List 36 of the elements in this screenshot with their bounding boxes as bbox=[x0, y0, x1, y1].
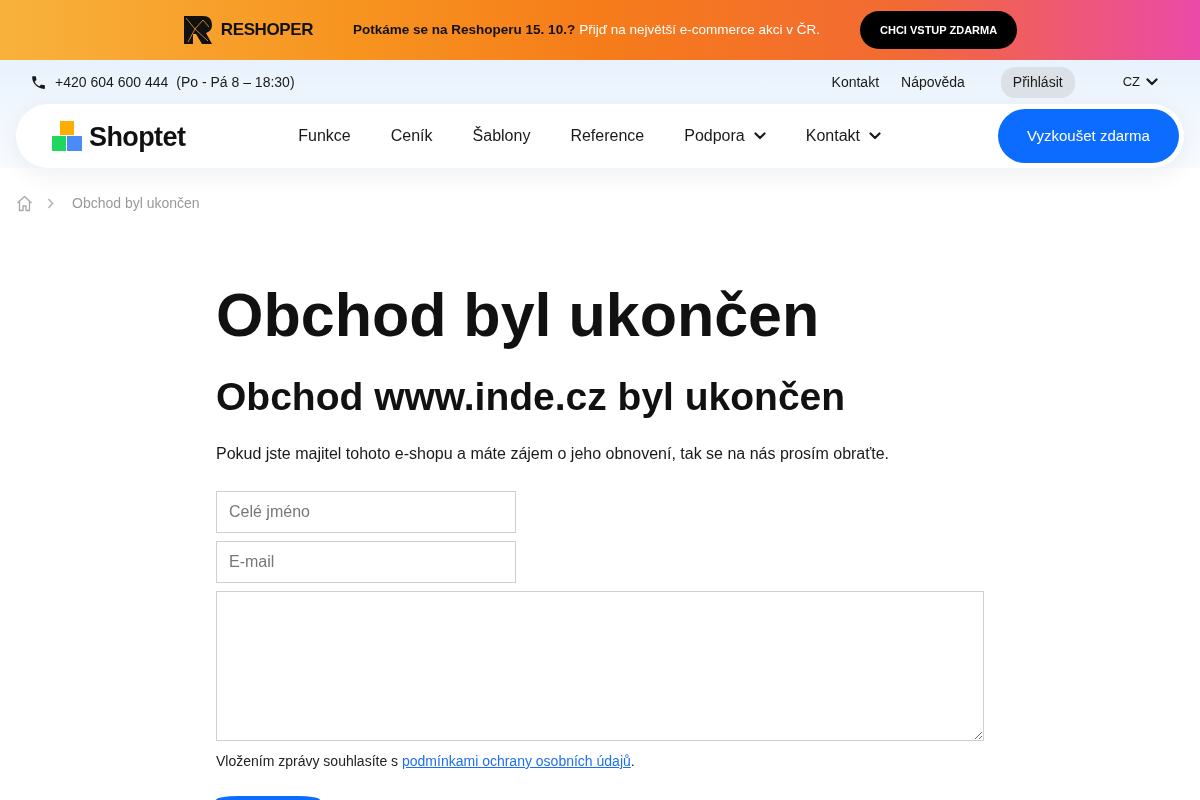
nav-link[interactable]: Ceník bbox=[390, 124, 433, 148]
phone-number: +420 604 600 444 bbox=[55, 72, 169, 92]
input-field[interactable]: Celé jméno bbox=[216, 491, 516, 533]
promo-headline: Potkáme se na Reshoperu 15. 10.? bbox=[353, 20, 576, 39]
consent-text: Vložením zprávy souhlasíte s podmínkami ochrany osobních údajů. bbox=[216, 752, 636, 771]
breadcrumb-current: Obchod byl ukončen bbox=[72, 193, 200, 213]
page-title: Obchod byl ukončen bbox=[216, 280, 821, 351]
privacy-link[interactable]: podmínkami ochrany osobních údajů bbox=[402, 753, 631, 769]
chevron-down-icon bbox=[753, 132, 766, 140]
top-link[interactable]: Nápověda bbox=[901, 71, 965, 93]
top-link[interactable]: Kontakt bbox=[831, 71, 880, 93]
intro-text: Pokud jste majitel tohoto e-shopu a máte zájem o jeho obnovení, tak se na nás prosím obraťte. bbox=[216, 444, 891, 464]
nav-dropdown[interactable]: Podpora bbox=[684, 124, 766, 148]
chevron-down-icon bbox=[869, 132, 881, 140]
home-icon[interactable] bbox=[16, 194, 33, 212]
message-field[interactable] bbox=[216, 591, 984, 741]
phone-icon bbox=[30, 73, 47, 91]
submit-button[interactable] bbox=[216, 796, 320, 800]
page-subtitle: Obchod www.inde.cz byl ukončen bbox=[216, 374, 847, 421]
brand-name: RESHOPER bbox=[220, 19, 314, 42]
logo-icon bbox=[182, 15, 213, 45]
nav-link[interactable]: Reference bbox=[570, 124, 645, 148]
nav-dropdown[interactable]: Kontakt bbox=[805, 124, 881, 148]
login-button[interactable]: Přihlásit bbox=[1000, 66, 1075, 98]
chevron-down-icon bbox=[1146, 78, 1158, 86]
register-button[interactable]: CHCI VSTUP ZDARMA bbox=[860, 11, 1018, 49]
language-selector[interactable]: CZ bbox=[1122, 72, 1158, 92]
input-field[interactable]: E-mail bbox=[216, 541, 516, 583]
squares-icon bbox=[52, 121, 82, 151]
try-free-button[interactable]: Vyzkoušet zdarma bbox=[998, 109, 1179, 163]
brand-logo[interactable]: Shoptet bbox=[52, 121, 186, 151]
nav-link[interactable]: Šablony bbox=[472, 124, 531, 148]
opening-hours: (Po - Pá 8 – 18:30) bbox=[176, 72, 295, 92]
nav-link[interactable]: Funkce bbox=[298, 124, 351, 148]
promo-subline: Přijď na největší e-commerce akci v ČR. bbox=[579, 20, 820, 39]
chevron-right-icon bbox=[47, 197, 54, 209]
